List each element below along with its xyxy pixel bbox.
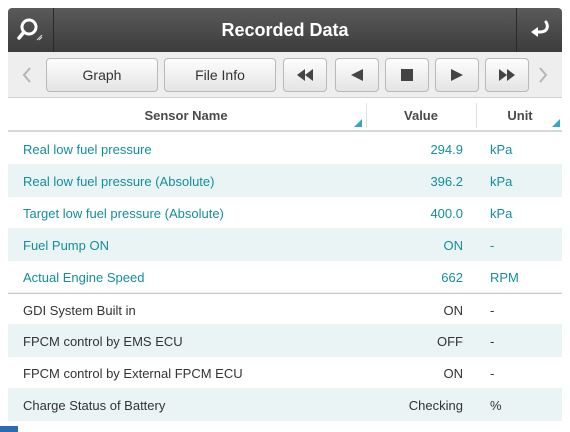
next-page-button[interactable]: [532, 58, 554, 92]
column-header-value-label: Value: [404, 108, 438, 123]
fast-forward-icon: [499, 69, 515, 81]
value-cell: ON: [443, 302, 464, 318]
sensor-name-cell: Actual Engine Speed: [23, 269, 145, 285]
sensor-name-cell: Fuel Pump ON: [23, 237, 109, 253]
sensor-name-cell: FPCM control by EMS ECU: [23, 333, 183, 349]
unit-cell: -: [490, 365, 495, 381]
table-row[interactable]: FPCM control by EMS ECU OFF -: [8, 325, 562, 357]
table-row[interactable]: Real low fuel pressure (Absolute) 396.2 …: [8, 165, 562, 197]
file-info-button-label: File Info: [195, 67, 245, 83]
page-title: Recorded Data: [221, 19, 349, 40]
value-cell: OFF: [437, 333, 463, 349]
rewind-icon: [297, 69, 313, 81]
chevron-left-icon: [22, 67, 31, 83]
back-arrow-icon: [530, 20, 549, 37]
fast-forward-button[interactable]: [485, 58, 529, 92]
table-row[interactable]: FPCM control by External FPCM ECU ON -: [8, 357, 562, 389]
table-row[interactable]: Fuel Pump ON ON -: [8, 229, 562, 261]
column-divider: [476, 103, 477, 128]
toolbar: Graph File Info: [8, 52, 562, 98]
file-info-button[interactable]: File Info: [164, 58, 276, 92]
table-row[interactable]: Actual Engine Speed 662 RPM: [8, 261, 562, 293]
sensor-name-cell: Target low fuel pressure (Absolute): [23, 205, 224, 221]
graph-button[interactable]: Graph: [46, 58, 158, 92]
column-header-value[interactable]: Value: [367, 99, 475, 132]
sensor-name-cell: GDI System Built in: [23, 302, 136, 318]
value-cell: ON: [443, 237, 464, 253]
table-header: Sensor Name Value Unit: [8, 99, 562, 132]
column-header-sensor-name[interactable]: Sensor Name: [8, 99, 364, 132]
value-cell: Checking: [408, 397, 463, 413]
play-icon: [451, 69, 463, 81]
value-cell: 294.9: [430, 141, 463, 157]
rewind-button[interactable]: [283, 58, 327, 92]
sensor-table: Real low fuel pressure 294.9 kPa Real lo…: [8, 133, 562, 421]
play-back-button[interactable]: [335, 58, 379, 92]
column-header-unit-label: Unit: [507, 108, 533, 123]
sensor-name-cell: Charge Status of Battery: [23, 397, 166, 413]
column-resize-handle-icon[interactable]: [552, 119, 560, 127]
unit-cell: kPa: [490, 173, 513, 189]
unit-cell: -: [490, 237, 495, 253]
search-button[interactable]: [8, 8, 54, 52]
table-row[interactable]: GDI System Built in ON -: [8, 293, 562, 325]
chevron-right-icon: [539, 67, 548, 83]
column-header-unit[interactable]: Unit: [478, 99, 562, 132]
stop-button[interactable]: [385, 58, 429, 92]
unit-cell: RPM: [490, 269, 519, 285]
table-row[interactable]: Target low fuel pressure (Absolute) 400.…: [8, 197, 562, 229]
value-cell: 396.2: [430, 173, 463, 189]
graph-button-label: Graph: [82, 67, 122, 83]
window-edge-marker: [0, 426, 18, 432]
value-cell: 662: [441, 269, 463, 285]
column-resize-handle-icon[interactable]: [354, 119, 362, 127]
prev-page-button[interactable]: [16, 58, 38, 92]
value-cell: 400.0: [430, 205, 463, 221]
play-back-icon: [351, 69, 363, 81]
unit-cell: kPa: [490, 141, 513, 157]
title-bar: Recorded Data: [8, 8, 562, 52]
table-row[interactable]: Charge Status of Battery Checking %: [8, 389, 562, 421]
unit-cell: -: [490, 333, 495, 349]
play-button[interactable]: [435, 58, 479, 92]
unit-cell: kPa: [490, 205, 513, 221]
search-icon: [16, 18, 42, 41]
sensor-name-cell: FPCM control by External FPCM ECU: [23, 365, 243, 381]
sensor-name-cell: Real low fuel pressure (Absolute): [23, 173, 215, 189]
column-header-sensor-name-label: Sensor Name: [144, 108, 228, 123]
table-row[interactable]: Real low fuel pressure 294.9 kPa: [8, 133, 562, 165]
stop-icon: [401, 69, 413, 81]
sensor-name-cell: Real low fuel pressure: [23, 141, 152, 157]
unit-cell: -: [490, 302, 495, 318]
value-cell: ON: [443, 365, 464, 381]
unit-cell: %: [490, 397, 502, 413]
back-button[interactable]: [516, 8, 562, 52]
